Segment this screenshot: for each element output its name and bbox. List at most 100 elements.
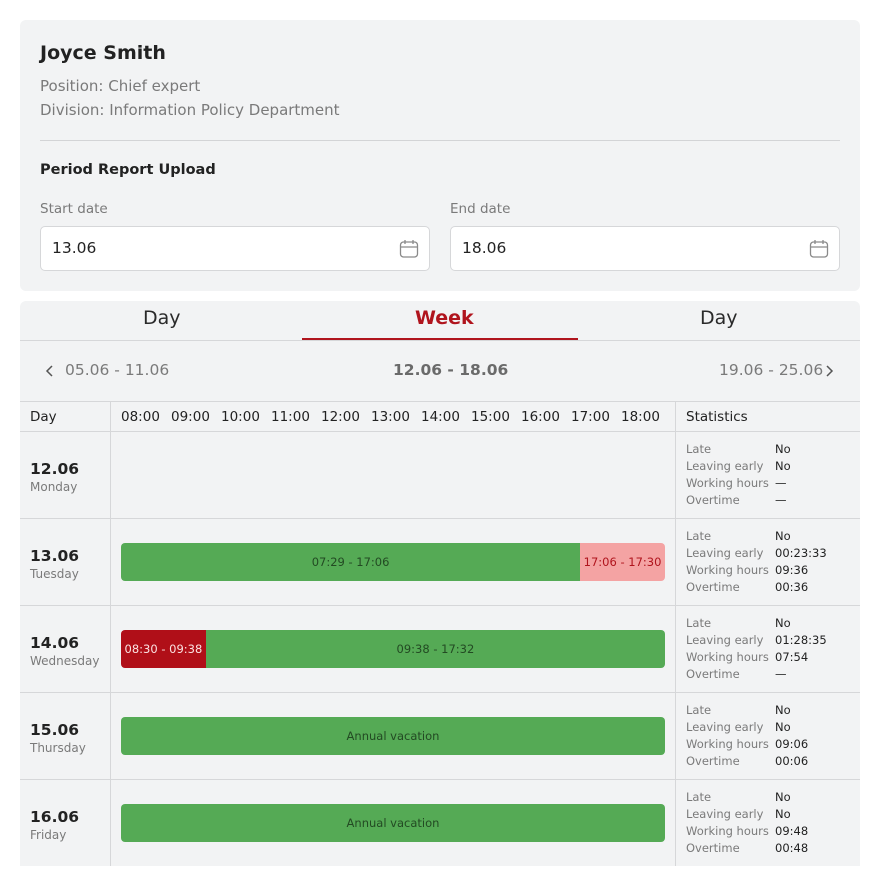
day-weekday: Tuesday	[30, 567, 79, 581]
stat-label: Overtime	[686, 754, 740, 768]
stat-value: 00:36	[775, 580, 809, 594]
employee-division: Division: Information Policy Department	[40, 101, 340, 119]
stat-value: No	[775, 807, 791, 821]
view-tabs: Day Week Day	[20, 301, 860, 341]
day-date: 14.06	[30, 634, 80, 652]
stat-label: Overtime	[686, 667, 740, 681]
stat-label: Overtime	[686, 841, 740, 855]
hour-label: 08:00	[121, 409, 160, 425]
time-bar[interactable]: Annual vacation	[121, 804, 665, 842]
day-weekday: Thursday	[30, 741, 86, 755]
stat-label: Leaving early	[686, 546, 764, 560]
calendar-icon[interactable]	[809, 239, 829, 259]
tab-week[interactable]: Week	[415, 307, 474, 329]
start-date-label: Start date	[40, 201, 108, 217]
stat-value: No	[775, 459, 791, 473]
day-weekday: Wednesday	[30, 654, 100, 668]
current-week: 12.06 - 18.06	[393, 361, 509, 379]
stat-value: No	[775, 720, 791, 734]
stat-value: —	[775, 493, 787, 507]
stat-label: Leaving early	[686, 459, 764, 473]
stat-value: No	[775, 529, 791, 543]
stat-label: Late	[686, 703, 712, 717]
day-date: 15.06	[30, 721, 80, 739]
hour-label: 15:00	[471, 409, 510, 425]
schedule-panel: Day Week Day 05.06 - 11.06 12.06 - 18.06…	[20, 301, 860, 866]
day-row: 16.06 Friday Annual vacation Late No Leaving …	[20, 780, 860, 866]
day-date: 16.06	[30, 808, 80, 826]
stat-label: Overtime	[686, 493, 740, 507]
end-date-label: End date	[450, 201, 511, 217]
stat-value: 07:54	[775, 650, 809, 664]
stat-value: 09:48	[775, 824, 809, 838]
hour-label: 17:00	[571, 409, 610, 425]
hour-label: 11:00	[271, 409, 310, 425]
employee-card: Joyce Smith Position: Chief expert Divis…	[20, 20, 860, 291]
time-segment-green[interactable]: 09:38 - 17:32	[205, 630, 665, 668]
hour-label: 14:00	[421, 409, 460, 425]
stat-label: Overtime	[686, 580, 740, 594]
time-bar[interactable]: Annual vacation	[121, 717, 665, 755]
stat-value: —	[775, 667, 787, 681]
employee-name: Joyce Smith	[40, 42, 166, 64]
day-row: 12.06 Monday Late No Leaving early No Working …	[20, 432, 860, 519]
calendar-icon[interactable]	[399, 239, 419, 259]
stat-label: Working hours	[686, 824, 769, 838]
stat-label: Leaving early	[686, 720, 764, 734]
week-navigator: 05.06 - 11.06 12.06 - 18.06 19.06 - 25.0…	[20, 341, 860, 402]
stat-value: No	[775, 703, 791, 717]
hour-label: 09:00	[171, 409, 210, 425]
tab-day-left[interactable]: Day	[143, 307, 181, 329]
chevron-left-icon[interactable]	[45, 364, 55, 378]
start-date-field[interactable]: 13.06	[40, 226, 430, 271]
time-bar[interactable]: 08:30 - 09:38 09:38 - 17:32	[121, 630, 665, 668]
statistics-column-divider	[675, 402, 676, 866]
hour-label: 10:00	[221, 409, 260, 425]
stat-value: —	[775, 476, 787, 490]
time-segment-green[interactable]: Annual vacation	[121, 717, 665, 755]
tab-day-right[interactable]: Day	[700, 307, 738, 329]
stat-label: Late	[686, 790, 712, 804]
time-segment-red[interactable]: 08:30 - 09:38	[121, 630, 206, 668]
time-segment-pink[interactable]: 17:06 - 17:30	[580, 543, 665, 581]
day-row: 13.06 Tuesday 07:29 - 17:06 17:06 - 17:30 La…	[20, 519, 860, 606]
statistics-column-header: Statistics	[686, 409, 748, 425]
day-column-header: Day	[30, 409, 57, 425]
stat-value: No	[775, 790, 791, 804]
report-title: Period Report Upload	[40, 162, 216, 178]
stat-value: No	[775, 616, 791, 630]
active-tab-indicator	[302, 338, 578, 340]
prev-week[interactable]: 05.06 - 11.06	[65, 361, 169, 379]
stat-value: 09:36	[775, 563, 809, 577]
time-segment-green[interactable]: Annual vacation	[121, 804, 665, 842]
day-column-divider	[110, 402, 111, 866]
divider	[40, 140, 840, 141]
stat-label: Late	[686, 616, 712, 630]
stat-label: Working hours	[686, 737, 769, 751]
hour-label: 12:00	[321, 409, 360, 425]
chevron-right-icon[interactable]	[824, 364, 834, 378]
start-date-value: 13.06	[52, 239, 97, 257]
day-date: 13.06	[30, 547, 80, 565]
next-week[interactable]: 19.06 - 25.06	[719, 361, 823, 379]
stat-label: Working hours	[686, 563, 769, 577]
stat-label: Leaving early	[686, 633, 764, 647]
hour-label: 13:00	[371, 409, 410, 425]
stat-label: Working hours	[686, 650, 769, 664]
day-date: 12.06	[30, 460, 80, 478]
stat-value: 00:23:33	[775, 546, 827, 560]
grid-header: Day 08:00 09:00 10:00 11:00 12:00 13:00 14:00 1…	[20, 402, 860, 432]
time-bar[interactable]: 07:29 - 17:06 17:06 - 17:30	[121, 543, 665, 581]
stat-label: Late	[686, 529, 712, 543]
stat-value: 00:06	[775, 754, 809, 768]
stat-label: Late	[686, 442, 712, 456]
hour-label: 18:00	[621, 409, 660, 425]
day-weekday: Friday	[30, 828, 67, 842]
employee-position: Position: Chief expert	[40, 77, 201, 95]
stat-value: 00:48	[775, 841, 809, 855]
stat-value: 09:06	[775, 737, 809, 751]
day-row: 15.06 Thursday Annual vacation Late No Leavin…	[20, 693, 860, 780]
time-segment-green[interactable]: 07:29 - 17:06	[121, 543, 581, 581]
end-date-field[interactable]: 18.06	[450, 226, 840, 271]
day-row: 14.06 Wednesday 08:30 - 09:38 09:38 - 17:32…	[20, 606, 860, 693]
